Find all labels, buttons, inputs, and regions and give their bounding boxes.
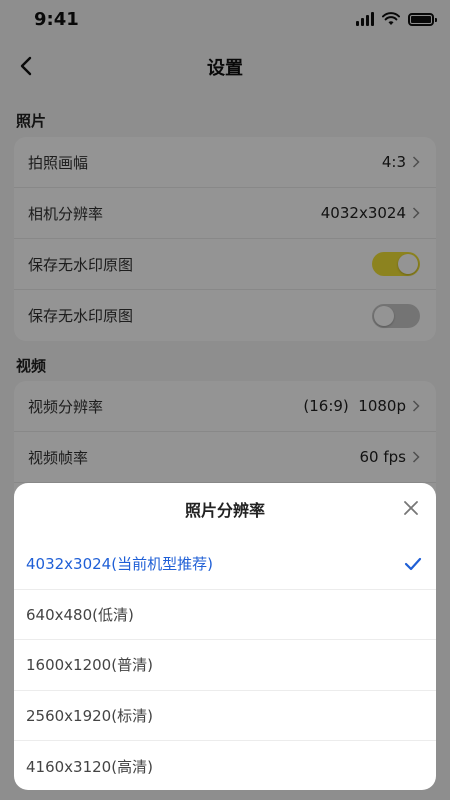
option-label: 640x480(低清) <box>26 605 134 624</box>
option-label: 4160x3120(高清) <box>26 757 153 776</box>
resolution-sheet: 照片分辨率 4032x3024(当前机型推荐) 640x480(低清) 1600… <box>14 483 436 790</box>
sheet-title: 照片分辨率 <box>184 501 265 520</box>
option-4032x3024[interactable]: 4032x3024(当前机型推荐) <box>14 539 436 590</box>
checkmark-icon <box>404 557 422 570</box>
option-label: 1600x1200(普清) <box>26 656 153 675</box>
sheet-header: 照片分辨率 <box>14 483 436 533</box>
close-button[interactable] <box>400 497 422 519</box>
option-1600x1200[interactable]: 1600x1200(普清) <box>14 640 436 691</box>
option-4160x3120[interactable]: 4160x3120(高清) <box>14 741 436 790</box>
close-icon <box>404 501 418 515</box>
option-640x480[interactable]: 640x480(低清) <box>14 590 436 640</box>
option-label: 4032x3024(当前机型推荐) <box>26 555 213 574</box>
option-2560x1920[interactable]: 2560x1920(标清) <box>14 691 436 741</box>
option-label: 2560x1920(标清) <box>26 706 153 725</box>
